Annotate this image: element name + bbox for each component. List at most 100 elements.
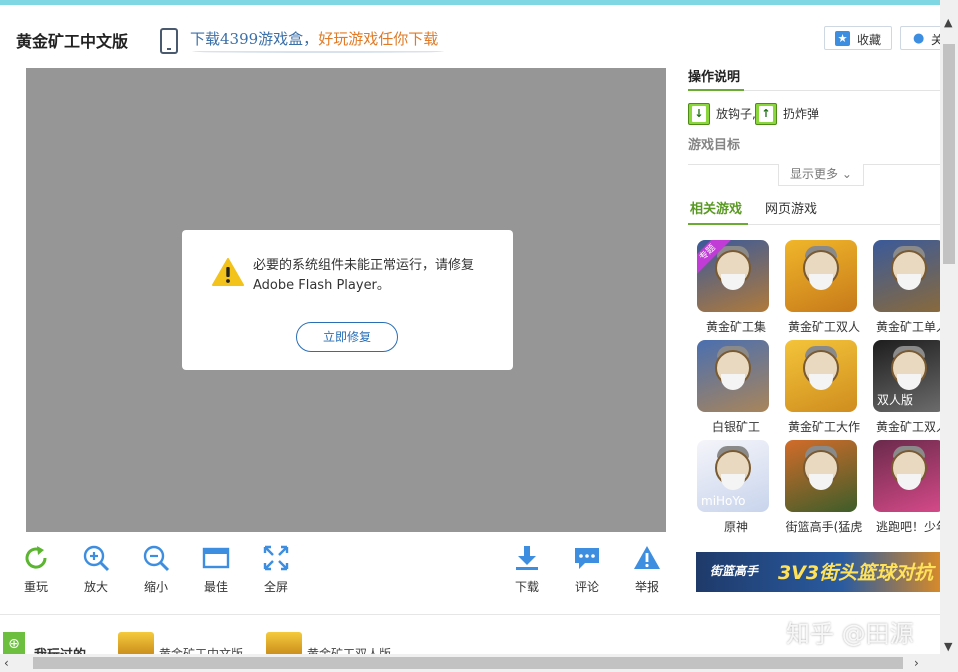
phone-icon	[160, 28, 178, 54]
key-down-text: 放钩子,	[716, 107, 756, 121]
fullscreen-icon	[263, 545, 289, 571]
download-button[interactable]: 下载	[502, 540, 552, 596]
related-game-card[interactable]: 逃跑吧！少年	[873, 440, 948, 534]
window-icon	[202, 547, 230, 569]
related-game-card[interactable]: miHoYo 原神	[697, 440, 769, 534]
tab-active-underline	[688, 223, 748, 225]
thumbnail-caption: miHoYo	[701, 494, 746, 508]
comment-label: 评论	[574, 580, 599, 594]
idea-button[interactable]: ● 关	[900, 26, 940, 50]
ad-banner[interactable]: 街篮高手 3V3街头篮球对抗	[696, 552, 940, 592]
game-name[interactable]: 黄金矿工双人	[781, 318, 867, 335]
related-game-card[interactable]: 街篮高手(猛虎	[785, 440, 862, 534]
banner-logo: 街篮高手	[710, 564, 759, 578]
game-thumbnail[interactable]	[873, 240, 945, 312]
horizontal-scrollbar[interactable]: ‹ ›	[0, 654, 940, 672]
show-more-label: 显示更多	[790, 167, 839, 181]
related-game-card[interactable]: 黄金矿工大作	[785, 340, 860, 434]
download-promo-link[interactable]: 下载4399游戏盒，好玩游戏任你下载	[190, 28, 438, 49]
game-thumbnail[interactable]: miHoYo	[697, 440, 769, 512]
zoom-in-icon	[83, 545, 110, 572]
report-label: 举报	[634, 580, 659, 594]
game-canvas[interactable]: 必要的系统组件未能正常运行，请修复 Adobe Flash Player。 立即…	[26, 68, 666, 532]
header	[0, 5, 940, 67]
horizontal-scroll-thumb[interactable]	[33, 657, 903, 669]
history-toggle-button[interactable]: ⊕	[3, 632, 25, 656]
warning-icon	[212, 258, 244, 286]
page-title: 黄金矿工中文版	[16, 32, 129, 51]
zoom-out-label: 缩小	[143, 580, 168, 594]
replay-button[interactable]: 重玩	[11, 540, 61, 596]
game-name[interactable]: 黄金矿工大作	[781, 418, 867, 435]
miner-beard-shape	[809, 274, 833, 290]
game-name[interactable]: 街篮高手(猛虎	[781, 518, 867, 535]
miner-beard-shape	[897, 274, 921, 290]
game-thumbnail[interactable]	[697, 340, 769, 412]
game-toolbar: 重玩 放大 缩小 最佳 全屏 下载 评论 举报	[0, 540, 690, 600]
miner-beard-shape	[809, 374, 833, 390]
game-name[interactable]: 原神	[693, 518, 779, 535]
replay-label: 重玩	[23, 580, 48, 594]
promo-underline	[192, 50, 444, 53]
thumbnail-caption: 双人版	[877, 393, 914, 407]
refresh-icon	[25, 546, 47, 569]
related-game-card[interactable]: 黄金矿工双人	[785, 240, 860, 334]
repair-button[interactable]: 立即修复	[296, 322, 398, 352]
played-thumb-2[interactable]	[266, 632, 302, 656]
dialog-message: 必要的系统组件未能正常运行，请修复 Adobe Flash Player。	[253, 258, 475, 293]
fullscreen-label: 全屏	[263, 580, 288, 594]
related-game-card[interactable]: 双人版 黄金矿工双人	[873, 340, 948, 434]
game-thumbnail[interactable]	[873, 440, 945, 512]
scroll-left-icon[interactable]: ‹	[4, 656, 9, 670]
best-size-button[interactable]: 最佳	[191, 540, 241, 596]
game-thumbnail[interactable]	[785, 440, 857, 512]
fullscreen-button[interactable]: 全屏	[251, 540, 301, 596]
zoom-in-label: 放大	[83, 580, 108, 594]
game-name[interactable]: 黄金矿工集	[693, 318, 779, 335]
game-thumbnail[interactable]: 双人版	[873, 340, 945, 412]
banner-text: 3V3街头篮球对抗	[778, 562, 934, 584]
scroll-up-icon[interactable]: ▲	[944, 16, 952, 29]
tab-related-games[interactable]: 相关游戏	[690, 198, 742, 217]
played-thumb-1[interactable]	[118, 632, 154, 656]
ops-title: 操作说明	[688, 70, 741, 85]
download-icon	[516, 546, 538, 570]
zoom-in-button[interactable]: 放大	[71, 540, 121, 596]
related-game-card[interactable]: 白银矿工	[697, 340, 769, 434]
tab-web-games[interactable]: 网页游戏	[765, 198, 817, 217]
vertical-scrollbar[interactable]: ▲ ▼	[940, 0, 958, 672]
vertical-scroll-thumb[interactable]	[943, 44, 955, 264]
best-size-label: 最佳	[203, 580, 228, 594]
star-icon: ★	[835, 31, 850, 46]
favorite-button[interactable]: ★ 收藏	[824, 26, 892, 50]
game-thumbnail[interactable]	[785, 340, 857, 412]
watermark: 知乎 @田源	[786, 620, 914, 648]
miner-beard-shape	[721, 274, 745, 290]
zoom-out-button[interactable]: 缩小	[131, 540, 181, 596]
goal-title: 游戏目标	[688, 138, 741, 153]
show-more-button[interactable]: 显示更多 ⌄	[778, 164, 864, 186]
ops-title-underline	[688, 89, 744, 91]
up-arrow-key-icon: ↑	[755, 103, 777, 125]
scroll-down-icon[interactable]: ▼	[944, 640, 952, 653]
idea-label: 关	[931, 31, 940, 48]
scroll-right-icon[interactable]: ›	[914, 656, 919, 670]
comment-icon	[575, 548, 599, 569]
game-thumbnail[interactable]: 专题	[697, 240, 769, 312]
report-button[interactable]: 举报	[622, 540, 672, 596]
download-label: 下载	[514, 580, 539, 594]
miner-beard-shape	[721, 374, 745, 390]
related-game-card[interactable]: 黄金矿工单人	[873, 240, 948, 334]
comment-button[interactable]: 评论	[562, 540, 612, 596]
game-thumbnail[interactable]	[785, 240, 857, 312]
flash-error-dialog: 必要的系统组件未能正常运行，请修复 Adobe Flash Player。 立即…	[182, 230, 513, 370]
key-up-text: 扔炸弹	[783, 107, 820, 121]
related-game-card[interactable]: 专题 黄金矿工集	[697, 240, 769, 334]
miner-beard-shape	[897, 374, 921, 390]
promo-text-b: 好玩游戏任你下载	[318, 30, 439, 48]
miner-beard-shape	[721, 474, 745, 490]
down-arrow-key-icon: ↓	[688, 103, 710, 125]
miner-beard-shape	[809, 474, 833, 490]
game-name[interactable]: 白银矿工	[693, 418, 779, 435]
zoom-out-icon	[143, 545, 170, 572]
